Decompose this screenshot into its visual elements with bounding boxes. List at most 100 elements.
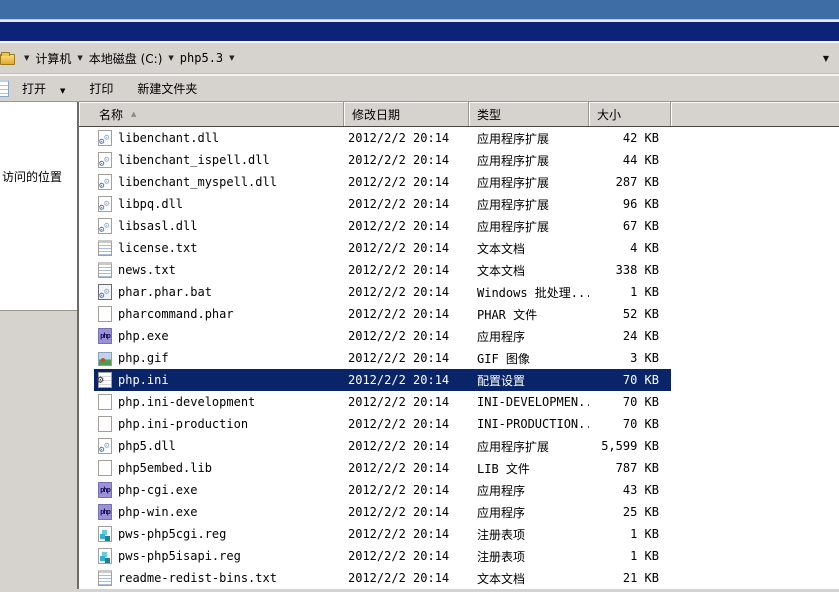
chevron-down-icon[interactable]: ▼ (77, 54, 82, 62)
open-button[interactable]: 打开▼ (14, 77, 73, 100)
file-name-cell[interactable]: pharcommand.phar (94, 306, 344, 322)
window-outer-titlebar (0, 0, 839, 19)
file-row[interactable]: pws-php5cgi.reg2012/2/2 20:14注册表项1 KB (79, 523, 839, 545)
row-highlight-region[interactable]: php-cgi.exe2012/2/2 20:14应用程序43 KB (94, 479, 671, 501)
column-header-name[interactable]: 名称 ▲ (79, 102, 344, 126)
file-row[interactable]: libenchant.dll2012/2/2 20:14应用程序扩展42 KB (79, 127, 839, 149)
row-highlight-region[interactable]: php5embed.lib2012/2/2 20:14LIB 文件787 KB (94, 457, 671, 479)
row-inset (79, 259, 94, 281)
file-date: 2012/2/2 20:14 (344, 219, 469, 233)
file-name-cell[interactable]: readme-redist-bins.txt (94, 570, 344, 586)
file-row[interactable]: libenchant_ispell.dll2012/2/2 20:14应用程序扩… (79, 149, 839, 171)
file-name: license.txt (118, 241, 197, 255)
file-name-cell[interactable]: php.ini-development (94, 394, 344, 410)
file-row[interactable]: php5.dll2012/2/2 20:14应用程序扩展5,599 KB (79, 435, 839, 457)
sidebar-item-recent-places[interactable]: 访问的位置 (2, 170, 62, 184)
file-row[interactable]: license.txt2012/2/2 20:14文本文档4 KB (79, 237, 839, 259)
row-highlight-region[interactable]: php-win.exe2012/2/2 20:14应用程序25 KB (94, 501, 671, 523)
row-highlight-region[interactable]: libenchant_ispell.dll2012/2/2 20:14应用程序扩… (94, 149, 671, 171)
row-highlight-region[interactable]: license.txt2012/2/2 20:14文本文档4 KB (94, 237, 671, 259)
file-type: PHAR 文件 (469, 306, 589, 323)
file-row[interactable]: readme-redist-bins.txt2012/2/2 20:14文本文档… (79, 567, 839, 589)
file-name-cell[interactable]: license.txt (94, 240, 344, 256)
row-highlight-region[interactable]: readme-redist-bins.txt2012/2/2 20:14文本文档… (94, 567, 671, 589)
file-size: 287 KB (589, 175, 671, 189)
file-size: 24 KB (589, 329, 671, 343)
dll-file-icon (98, 438, 112, 454)
chevron-down-icon[interactable]: ▼ (60, 87, 65, 95)
row-highlight-region[interactable]: php.exe2012/2/2 20:14应用程序24 KB (94, 325, 671, 347)
file-row[interactable]: pws-php5isapi.reg2012/2/2 20:14注册表项1 KB (79, 545, 839, 567)
file-name-cell[interactable]: php5.dll (94, 438, 344, 454)
file-name-cell[interactable]: libpq.dll (94, 196, 344, 212)
file-row[interactable]: libpq.dll2012/2/2 20:14应用程序扩展96 KB (79, 193, 839, 215)
file-name-cell[interactable]: php.gif (94, 351, 344, 366)
file-date: 2012/2/2 20:14 (344, 571, 469, 585)
file-size: 70 KB (589, 395, 671, 409)
row-highlight-region[interactable]: libenchant_myspell.dll2012/2/2 20:14应用程序… (94, 171, 671, 193)
file-name-cell[interactable]: pws-php5cgi.reg (94, 526, 344, 542)
file-name-cell[interactable]: libenchant.dll (94, 130, 344, 146)
file-name: libenchant_ispell.dll (118, 153, 270, 167)
file-name-cell[interactable]: phar.phar.bat (94, 284, 344, 300)
new-folder-button[interactable]: 新建文件夹 (129, 77, 205, 100)
file-name-cell[interactable]: pws-php5isapi.reg (94, 548, 344, 564)
file-name-cell[interactable]: libenchant_myspell.dll (94, 174, 344, 190)
file-row[interactable]: news.txt2012/2/2 20:14文本文档338 KB (79, 259, 839, 281)
row-highlight-region[interactable]: pharcommand.phar2012/2/2 20:14PHAR 文件52 … (94, 303, 671, 325)
row-highlight-region[interactable]: news.txt2012/2/2 20:14文本文档338 KB (94, 259, 671, 281)
file-row[interactable]: libsasl.dll2012/2/2 20:14应用程序扩展67 KB (79, 215, 839, 237)
file-row[interactable]: php-win.exe2012/2/2 20:14应用程序25 KB (79, 501, 839, 523)
print-button[interactable]: 打印 (81, 77, 121, 100)
column-header-size[interactable]: 大小 (589, 102, 671, 126)
file-row[interactable]: php.ini-development2012/2/2 20:14INI-DEV… (79, 391, 839, 413)
row-highlight-region[interactable]: php.gif2012/2/2 20:14GIF 图像3 KB (94, 347, 671, 369)
file-row[interactable]: pharcommand.phar2012/2/2 20:14PHAR 文件52 … (79, 303, 839, 325)
file-name-cell[interactable]: php.ini-production (94, 416, 344, 432)
chevron-down-icon[interactable]: ▼ (168, 54, 173, 62)
row-highlight-region[interactable]: php.ini-development2012/2/2 20:14INI-DEV… (94, 391, 671, 413)
column-header-type[interactable]: 类型 (469, 102, 589, 126)
file-row[interactable]: php.exe2012/2/2 20:14应用程序24 KB (79, 325, 839, 347)
file-type: 应用程序扩展 (469, 196, 589, 213)
row-inset (79, 391, 94, 413)
file-name-cell[interactable]: libenchant_ispell.dll (94, 152, 344, 168)
row-highlight-region[interactable]: php5.dll2012/2/2 20:14应用程序扩展5,599 KB (94, 435, 671, 457)
breadcrumb-local-disk-c[interactable]: 本地磁盘 (C:) (88, 48, 164, 69)
row-highlight-region[interactable]: php.ini2012/2/2 20:14配置设置70 KB (94, 369, 671, 391)
file-row[interactable]: php5embed.lib2012/2/2 20:14LIB 文件787 KB (79, 457, 839, 479)
row-highlight-region[interactable]: pws-php5isapi.reg2012/2/2 20:14注册表项1 KB (94, 545, 671, 567)
address-history-dropdown-icon[interactable]: ▼ (823, 54, 829, 63)
file-row[interactable]: php-cgi.exe2012/2/2 20:14应用程序43 KB (79, 479, 839, 501)
file-name-cell[interactable]: news.txt (94, 262, 344, 278)
breadcrumb-computer[interactable]: 计算机 (34, 48, 72, 69)
file-name-cell[interactable]: php.exe (94, 328, 344, 344)
row-highlight-region[interactable]: phar.phar.bat2012/2/2 20:14Windows 批处理..… (94, 281, 671, 303)
file-name-cell[interactable]: php.ini (94, 372, 344, 388)
file-name: php5embed.lib (118, 461, 212, 475)
file-name-cell[interactable]: php-win.exe (94, 504, 344, 520)
file-row[interactable]: libenchant_myspell.dll2012/2/2 20:14应用程序… (79, 171, 839, 193)
row-highlight-region[interactable]: pws-php5cgi.reg2012/2/2 20:14注册表项1 KB (94, 523, 671, 545)
chevron-down-icon[interactable]: ▼ (24, 54, 29, 62)
row-highlight-region[interactable]: libsasl.dll2012/2/2 20:14应用程序扩展67 KB (94, 215, 671, 237)
row-highlight-region[interactable]: libenchant.dll2012/2/2 20:14应用程序扩展42 KB (94, 127, 671, 149)
breadcrumb-php53[interactable]: php5.3 (179, 49, 224, 67)
row-highlight-region[interactable]: libpq.dll2012/2/2 20:14应用程序扩展96 KB (94, 193, 671, 215)
file-row[interactable]: php.ini2012/2/2 20:14配置设置70 KB (79, 369, 839, 391)
file-row[interactable]: phar.phar.bat2012/2/2 20:14Windows 批处理..… (79, 281, 839, 303)
file-size: 5,599 KB (589, 439, 671, 453)
chevron-down-icon[interactable]: ▼ (229, 54, 234, 62)
row-inset (79, 369, 94, 391)
file-name-cell[interactable]: php-cgi.exe (94, 482, 344, 498)
column-header-date-modified[interactable]: 修改日期 (344, 102, 469, 126)
file-name-cell[interactable]: php5embed.lib (94, 460, 344, 476)
row-inset (79, 149, 94, 171)
row-highlight-region[interactable]: php.ini-production2012/2/2 20:14INI-PROD… (94, 413, 671, 435)
file-row[interactable]: php.ini-production2012/2/2 20:14INI-PROD… (79, 413, 839, 435)
column-header-filler (671, 102, 839, 126)
file-name-cell[interactable]: libsasl.dll (94, 218, 344, 234)
file-size: 4 KB (589, 241, 671, 255)
file-row[interactable]: php.gif2012/2/2 20:14GIF 图像3 KB (79, 347, 839, 369)
file-type: 文本文档 (469, 240, 589, 257)
